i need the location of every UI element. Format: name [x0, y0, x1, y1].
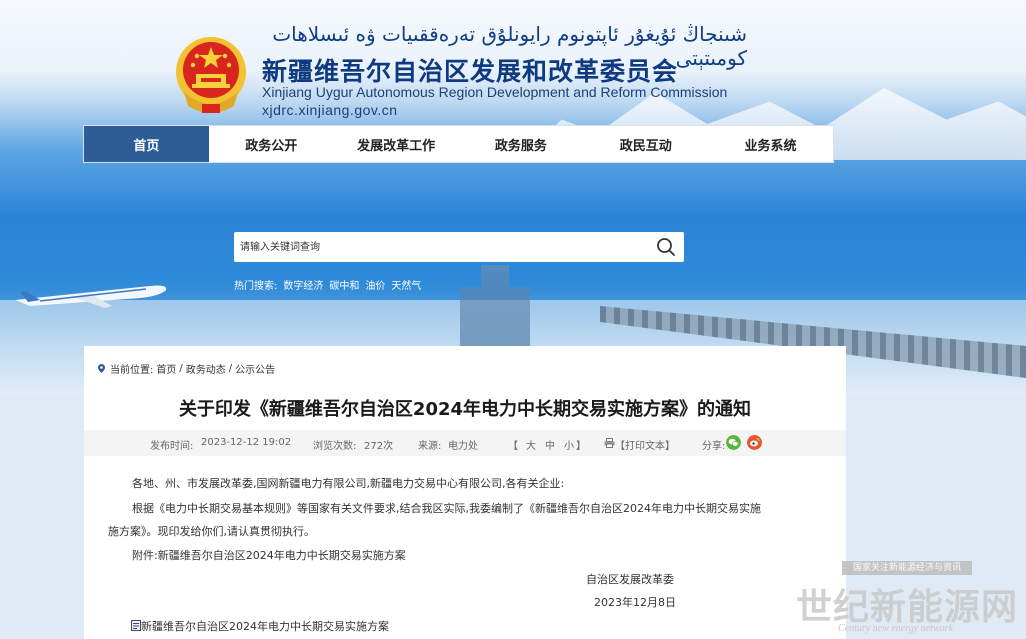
- hot-search: 热门搜索: 数字经济 碳中和 油价 天然气: [234, 277, 421, 292]
- breadcrumb-separator: /: [179, 363, 183, 374]
- search-input[interactable]: [234, 233, 648, 261]
- publish-time: 2023-12-12 19:02: [201, 437, 292, 448]
- article-attachment-line: 附件:新疆维吾尔自治区2024年电力中长期交易实施方案: [132, 549, 406, 562]
- hot-term-digital-economy[interactable]: 数字经济: [283, 277, 323, 292]
- article-signature: 自治区发展改革委: [586, 573, 674, 586]
- views-label: 浏览次数:: [313, 441, 357, 452]
- article-recipients: 各地、州、市发展改革委,国网新疆电力有限公司,新疆电力交易中心有限公司,各有关企…: [132, 477, 565, 490]
- search-icon: [657, 238, 675, 256]
- article-paragraph-line2: 施方案》。现印发给你们,请认真贯彻执行。: [108, 525, 315, 538]
- print-button[interactable]: 【打印文本】: [615, 437, 675, 452]
- attachment-file-icon: [131, 620, 141, 631]
- article-date: 2023年12月8日: [594, 596, 676, 609]
- nav-item-government-affairs[interactable]: 政务公开: [209, 126, 334, 162]
- font-size-bracket-close: 】: [576, 441, 586, 452]
- search-bar: [234, 232, 684, 262]
- printer-icon: [604, 438, 615, 448]
- site-url: xjdrc.xinjiang.gov.cn: [262, 102, 398, 118]
- font-size-bracket-open: 【: [508, 441, 518, 452]
- national-emblem-logo: [176, 37, 246, 113]
- main-nav: 首页 政务公开 发展改革工作 政务服务 政民互动 业务系统: [83, 125, 834, 163]
- location-icon: [98, 364, 105, 373]
- article-paragraph-line1: 根据《电力中长期交易基本规则》等国家有关文件要求,结合我区实际,我委编制了《新疆…: [132, 502, 761, 515]
- breadcrumb-news[interactable]: 政务动态: [186, 361, 226, 376]
- article-card: 当前位置: 首页 / 政务动态 / 公示公告 关于印发《新疆维吾尔自治区2024…: [84, 346, 846, 639]
- breadcrumb: 当前位置: 首页 / 政务动态 / 公示公告: [96, 361, 275, 376]
- tower-graphic: [460, 265, 530, 355]
- nav-item-reform-work[interactable]: 发展改革工作: [334, 126, 459, 162]
- font-size-small-button[interactable]: 小: [564, 437, 574, 452]
- nav-item-government-services[interactable]: 政务服务: [458, 126, 583, 162]
- breadcrumb-announcements[interactable]: 公示公告: [235, 361, 275, 376]
- font-size-large-button[interactable]: 大: [526, 437, 536, 452]
- nav-item-business-systems[interactable]: 业务系统: [708, 126, 833, 162]
- site-title-english: Xinjiang Uygur Autonomous Region Develop…: [262, 84, 728, 100]
- hot-term-natural-gas[interactable]: 天然气: [391, 277, 421, 292]
- watermark-tagline: 国家关注新能源经济与资讯: [842, 561, 972, 575]
- publish-label: 发布时间:: [150, 441, 194, 452]
- attachment-link[interactable]: 新疆维吾尔自治区2024年电力中长期交易实施方案: [141, 618, 389, 634]
- breadcrumb-label: 当前位置:: [110, 365, 154, 376]
- nav-item-home[interactable]: 首页: [84, 126, 209, 162]
- breadcrumb-separator: /: [228, 363, 233, 374]
- share-label: 分享:: [702, 441, 726, 452]
- site-title-chinese: 新疆维吾尔自治区发展和改革委员会: [262, 57, 679, 86]
- wechat-share-icon[interactable]: [726, 435, 741, 450]
- views-count: 272次: [364, 441, 394, 452]
- hot-search-label: 热门搜索:: [234, 281, 278, 292]
- breadcrumb-home[interactable]: 首页: [156, 361, 176, 376]
- hot-term-carbon-neutral[interactable]: 碳中和: [329, 277, 359, 292]
- weibo-share-icon[interactable]: [747, 435, 762, 450]
- airplane-graphic: [15, 285, 167, 308]
- search-button[interactable]: [648, 232, 684, 262]
- article-meta-bar: 发布时间: 2023-12-12 19:02 浏览次数: 272次 来源: 电力…: [84, 430, 846, 456]
- article-title: 关于印发《新疆维吾尔自治区2024年电力中长期交易实施方案》的通知: [178, 399, 752, 420]
- source-label: 来源:: [418, 441, 442, 452]
- source-value: 电力处: [448, 441, 478, 452]
- watermark-english: Century new energy network: [838, 623, 953, 634]
- nav-item-interaction[interactable]: 政民互动: [583, 126, 708, 162]
- font-size-medium-button[interactable]: 中: [545, 437, 555, 452]
- hot-term-oil-price[interactable]: 油价: [365, 277, 385, 292]
